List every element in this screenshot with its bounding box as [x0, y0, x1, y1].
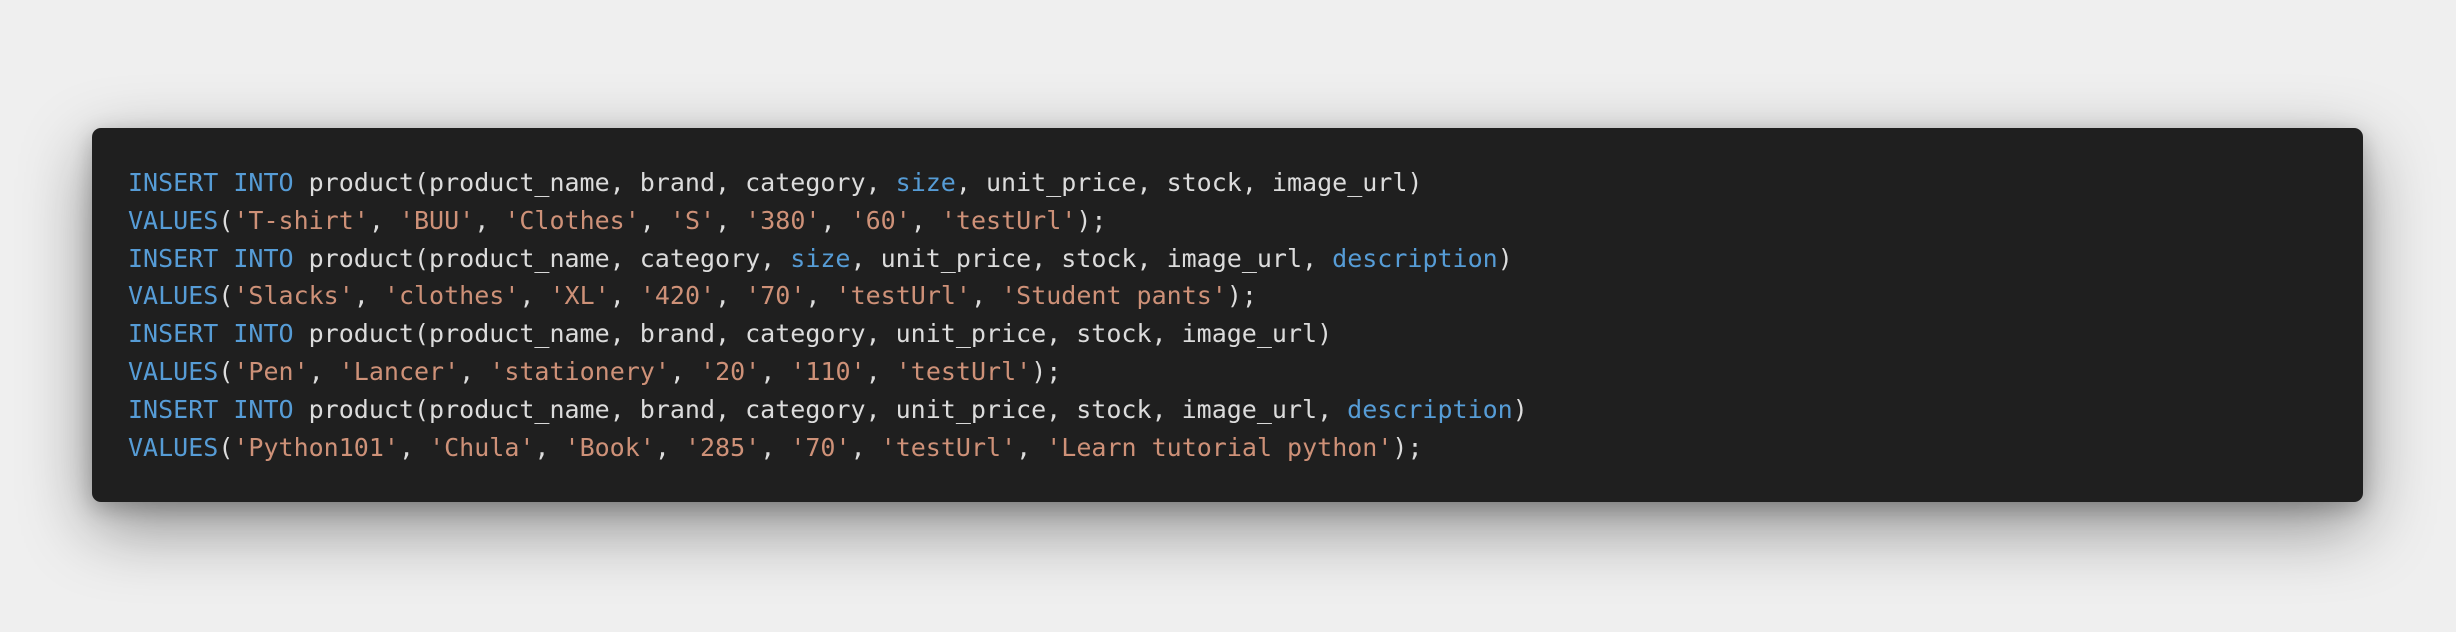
sql-string: 'T-shirt' — [233, 205, 369, 235]
code-line: INSERT INTO product(product_name, brand,… — [128, 315, 2363, 353]
sql-text: ); — [1076, 205, 1107, 235]
sql-string: 'Learn tutorial python' — [1046, 432, 1393, 462]
sql-text: ); — [1226, 281, 1257, 311]
sql-text: product(product_name, brand, category, — [293, 168, 896, 197]
sql-keyword: description — [1347, 394, 1513, 424]
sql-text: , — [353, 281, 384, 311]
sql-keyword: VALUES — [128, 205, 219, 235]
sql-text: , — [308, 356, 339, 386]
sql-string: 'testUrl' — [940, 205, 1077, 235]
sql-text: , — [609, 281, 640, 311]
sql-keyword: INSERT INTO — [128, 319, 294, 349]
sql-string: 'BUU' — [398, 205, 475, 235]
sql-text: ( — [218, 432, 234, 462]
sql-keyword: size — [790, 243, 851, 273]
sql-string: '60' — [850, 205, 911, 235]
sql-string: 'testUrl' — [895, 356, 1032, 386]
code-line: INSERT INTO product(product_name, brand,… — [128, 164, 2363, 202]
sql-string: 'S' — [669, 205, 716, 235]
sql-text: , — [820, 205, 851, 235]
sql-text: ( — [218, 281, 234, 311]
sql-text: , — [760, 432, 791, 462]
sql-string: 'XL' — [549, 281, 610, 311]
sql-text: ); — [1392, 432, 1423, 462]
sql-text: , unit_price, stock, image_url) — [955, 168, 1423, 197]
sql-string: '110' — [790, 356, 866, 386]
sql-text: , — [760, 356, 791, 386]
sql-text: , unit_price, stock, image_url, — [850, 243, 1333, 273]
sql-keyword: VALUES — [128, 356, 219, 386]
code-line: VALUES('Slacks', 'clothes', 'XL', '420',… — [128, 277, 2363, 315]
sql-keyword: description — [1332, 243, 1498, 273]
sql-text: , — [519, 281, 550, 311]
sql-string: 'Book' — [564, 432, 655, 462]
sql-text: ); — [1031, 356, 1062, 386]
sql-string: 'clothes' — [383, 281, 520, 311]
sql-text: ( — [218, 205, 234, 235]
sql-text: , — [850, 432, 881, 462]
sql-text: ) — [1512, 394, 1528, 424]
sql-text: ( — [218, 356, 234, 386]
code-line: VALUES('T-shirt', 'BUU', 'Clothes', 'S',… — [128, 202, 2363, 240]
sql-keyword: INSERT INTO — [128, 394, 294, 424]
sql-text: , — [970, 281, 1002, 311]
sql-keyword: VALUES — [128, 432, 219, 462]
sql-string: '70' — [790, 432, 851, 462]
sql-string: 'Slacks' — [233, 281, 354, 311]
sql-text: , — [715, 281, 746, 311]
sql-string: 'Python101' — [233, 432, 399, 462]
sql-text: , — [715, 205, 746, 235]
sql-text: , — [459, 356, 490, 386]
sql-text: , — [1016, 432, 1047, 462]
sql-text: , — [669, 356, 701, 386]
sql-string: 'Student pants' — [1001, 281, 1227, 311]
sql-string: 'Chula' — [429, 432, 535, 462]
sql-string: 'Pen' — [233, 356, 309, 386]
sql-string: 'stationery' — [489, 356, 670, 386]
sql-string: 'Lancer' — [338, 356, 460, 386]
sql-string: 'testUrl' — [880, 432, 1017, 462]
sql-text: , — [910, 205, 941, 235]
sql-string: '20' — [700, 356, 761, 386]
sql-text: ) — [1497, 243, 1513, 273]
sql-string: '420' — [639, 281, 716, 311]
sql-keyword: VALUES — [128, 281, 219, 311]
code-line: VALUES('Pen', 'Lancer', 'stationery', '2… — [128, 353, 2363, 391]
sql-text: product(product_name, brand, category, u… — [293, 319, 1333, 349]
sql-keyword: size — [895, 168, 956, 197]
code-line: INSERT INTO product(product_name, catego… — [128, 240, 2363, 278]
sql-string: '380' — [745, 205, 821, 235]
sql-text: , — [368, 205, 399, 235]
code-line: INSERT INTO product(product_name, brand,… — [128, 391, 2363, 429]
sql-text: , — [654, 432, 685, 462]
code-line: VALUES('Python101', 'Chula', 'Book', '28… — [128, 429, 2363, 467]
sql-text: , — [398, 432, 430, 462]
sql-text: , — [805, 281, 836, 311]
sql-string: 'Clothes' — [504, 205, 640, 235]
sql-text: , — [474, 205, 505, 235]
sql-keyword: INSERT INTO — [128, 243, 294, 273]
sql-keyword: INSERT INTO — [128, 168, 294, 197]
sql-string: 'testUrl' — [835, 281, 971, 311]
sql-text: product(product_name, brand, category, u… — [293, 394, 1348, 424]
sql-text: , — [865, 356, 896, 386]
code-block: INSERT INTO product(product_name, brand,… — [92, 128, 2363, 502]
sql-text: , — [639, 205, 670, 235]
sql-string: '70' — [745, 281, 806, 311]
sql-text: , — [534, 432, 565, 462]
sql-text: product(product_name, category, — [293, 243, 791, 273]
sql-string: '285' — [684, 432, 761, 462]
